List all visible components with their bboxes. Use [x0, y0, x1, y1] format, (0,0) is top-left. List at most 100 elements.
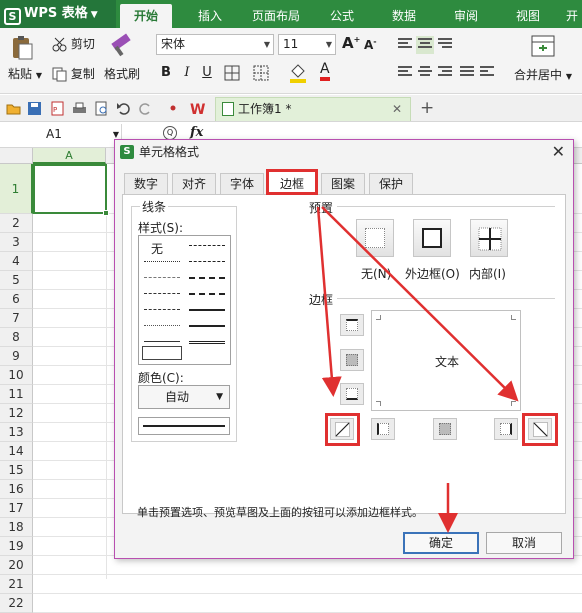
cut-button[interactable]: 剪切: [52, 35, 95, 52]
line-style-option[interactable]: [144, 261, 180, 262]
close-icon[interactable]: ✕: [392, 98, 402, 120]
dialog-titlebar[interactable]: S 单元格格式 ✕: [115, 140, 573, 164]
line-style-option[interactable]: [189, 293, 225, 295]
tab-font[interactable]: 字体: [220, 173, 264, 194]
row-header[interactable]: 14: [0, 442, 33, 461]
row-header[interactable]: 17: [0, 499, 33, 518]
color-select[interactable]: 自动 ▼: [138, 385, 230, 409]
undo-icon[interactable]: [116, 101, 131, 116]
align-right-button[interactable]: [436, 64, 454, 82]
row-header[interactable]: 16: [0, 480, 33, 499]
row-header[interactable]: 20: [0, 556, 33, 575]
border-top-button[interactable]: [340, 314, 364, 336]
close-icon[interactable]: ✕: [552, 140, 565, 164]
line-style-option[interactable]: [144, 309, 180, 310]
row-header[interactable]: 6: [0, 290, 33, 309]
row-header[interactable]: 10: [0, 366, 33, 385]
line-style-option[interactable]: [144, 277, 180, 278]
border-right-button[interactable]: [494, 418, 518, 440]
align-bottom-button[interactable]: [436, 36, 454, 54]
tab-alignment[interactable]: 对齐: [172, 173, 216, 194]
selected-cell-a1[interactable]: [33, 164, 109, 216]
border-middle-v-button[interactable]: [433, 418, 457, 440]
tab-view[interactable]: 视图: [510, 4, 546, 28]
zoom-icon[interactable]: Q: [163, 126, 177, 140]
row-header[interactable]: 18: [0, 518, 33, 537]
line-style-list[interactable]: 无: [138, 235, 231, 365]
select-all-corner[interactable]: [0, 148, 33, 164]
font-size-select[interactable]: 11 ▼: [278, 34, 336, 55]
line-style-option[interactable]: [189, 341, 225, 344]
merge-center-icon[interactable]: [530, 34, 556, 58]
name-box[interactable]: A1 ▼: [0, 124, 122, 145]
bold-button[interactable]: B: [157, 64, 175, 82]
wps-docer-icon[interactable]: W: [190, 101, 208, 116]
fill-color-icon[interactable]: [288, 62, 308, 84]
italic-button[interactable]: I: [178, 64, 196, 82]
tab-home[interactable]: 开始: [120, 4, 173, 28]
paste-label[interactable]: 粘贴 ▼: [8, 65, 42, 82]
row-header[interactable]: 15: [0, 461, 33, 480]
column-header-a[interactable]: A: [33, 148, 106, 164]
borders-icon[interactable]: [224, 65, 240, 81]
row-header[interactable]: 1: [0, 164, 33, 214]
row-header[interactable]: 2: [0, 214, 33, 233]
row-header[interactable]: 7: [0, 309, 33, 328]
align-middle-button[interactable]: [416, 36, 434, 54]
tab-data[interactable]: 数据: [386, 4, 422, 28]
tab-pattern[interactable]: 图案: [321, 173, 365, 194]
border-middle-h-button[interactable]: [340, 349, 364, 371]
merge-center-button[interactable]: 合并居中 ▼: [514, 66, 572, 83]
border-preview[interactable]: 文本: [371, 310, 521, 411]
border-bottom-button[interactable]: [340, 383, 364, 405]
row-header[interactable]: 4: [0, 252, 33, 271]
cancel-button[interactable]: 取消: [486, 532, 562, 554]
print-preview-icon[interactable]: [94, 101, 109, 116]
line-style-option[interactable]: [189, 325, 225, 327]
open-folder-icon[interactable]: [6, 101, 21, 116]
cell-style-icon[interactable]: [253, 65, 269, 81]
new-tab-button[interactable]: +: [420, 98, 434, 118]
format-painter-label[interactable]: 格式刷: [104, 65, 140, 82]
save-icon[interactable]: [27, 101, 42, 116]
border-left-button[interactable]: [371, 418, 395, 440]
ok-button[interactable]: 确定: [403, 532, 479, 554]
font-color-button[interactable]: A: [320, 61, 330, 81]
line-style-option[interactable]: [189, 245, 225, 246]
row-header[interactable]: 3: [0, 233, 33, 252]
tab-formulas[interactable]: 公式: [324, 4, 360, 28]
font-name-select[interactable]: 宋体 ▼: [156, 34, 274, 55]
increase-font-button[interactable]: A+: [342, 34, 360, 52]
decrease-font-button[interactable]: A-: [364, 37, 377, 52]
row-header[interactable]: 9: [0, 347, 33, 366]
tab-number[interactable]: 数字: [124, 173, 168, 194]
tab-page-layout[interactable]: 页面布局: [246, 4, 306, 28]
line-style-option[interactable]: [144, 325, 180, 326]
line-style-selected[interactable]: [142, 346, 182, 360]
redo-icon[interactable]: [138, 101, 153, 116]
row-header[interactable]: 13: [0, 423, 33, 442]
row-header[interactable]: 11: [0, 385, 33, 404]
paste-button[interactable]: [10, 34, 34, 60]
line-style-option[interactable]: [144, 293, 180, 294]
tab-more[interactable]: 开: [560, 4, 582, 28]
row-header[interactable]: 5: [0, 271, 33, 290]
tab-border[interactable]: 边框: [266, 169, 318, 195]
row-header[interactable]: 12: [0, 404, 33, 423]
preset-none-button[interactable]: [356, 219, 394, 257]
customize-icon[interactable]: [166, 101, 181, 116]
document-tab[interactable]: 工作簿1 * ✕: [215, 97, 411, 121]
fill-handle[interactable]: [103, 210, 109, 216]
fx-button[interactable]: fx: [190, 125, 203, 140]
line-style-option[interactable]: [189, 309, 225, 311]
export-pdf-icon[interactable]: P: [50, 101, 65, 116]
line-style-option[interactable]: [189, 261, 225, 262]
preset-outline-button[interactable]: [413, 219, 451, 257]
copy-button[interactable]: 复制: [52, 65, 95, 82]
distributed-button[interactable]: [458, 64, 476, 82]
line-style-option[interactable]: [144, 341, 180, 342]
format-painter-button[interactable]: [108, 32, 134, 58]
wrap-button[interactable]: [478, 64, 496, 82]
tab-review[interactable]: 审阅: [448, 4, 484, 28]
row-header[interactable]: 22: [0, 594, 33, 613]
